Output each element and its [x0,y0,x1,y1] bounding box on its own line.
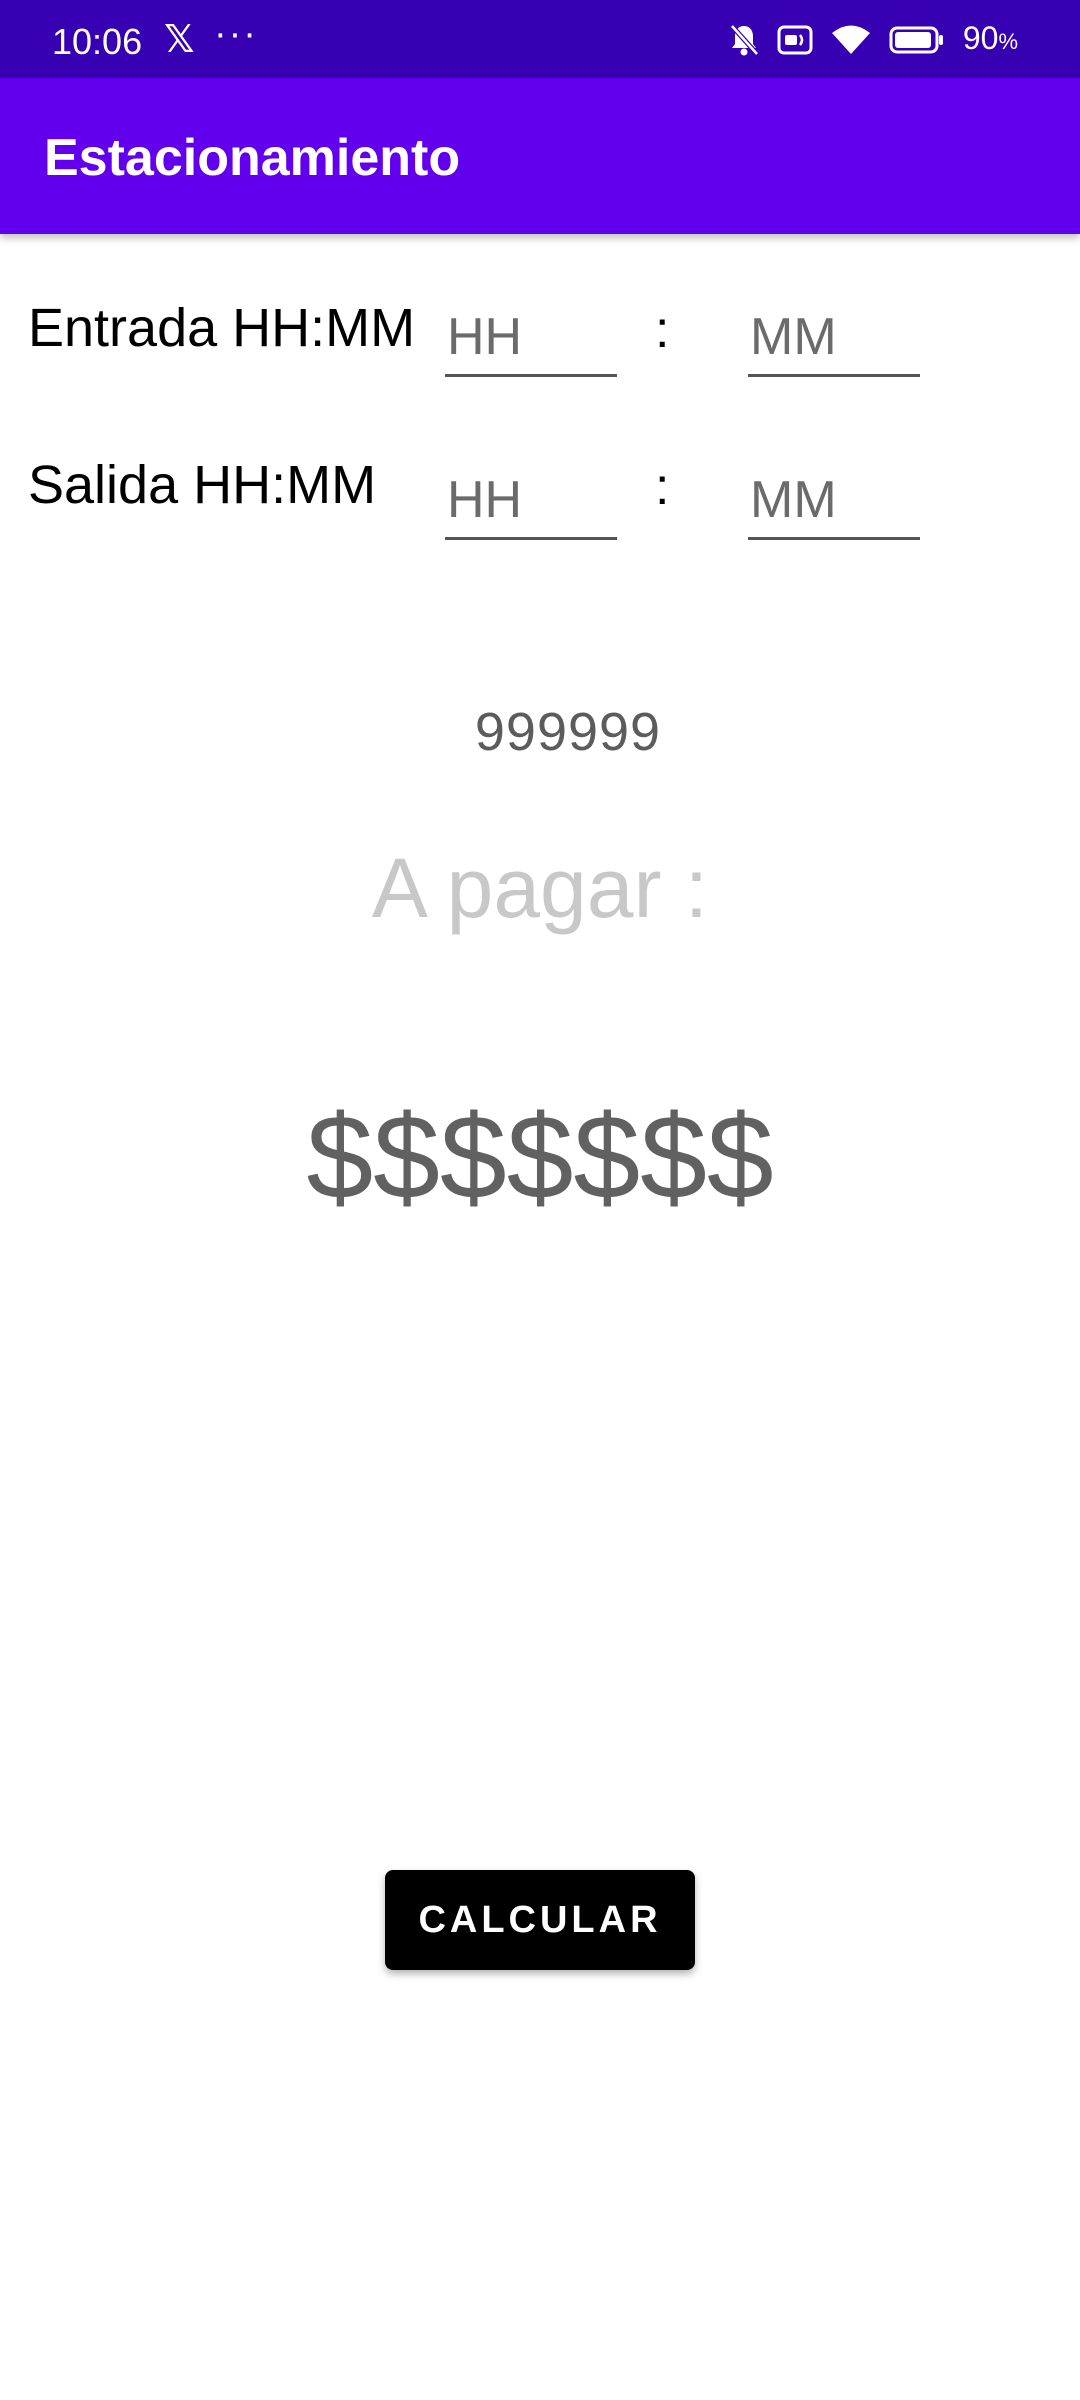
wifi-icon [831,24,871,56]
bell-off-icon [729,23,759,57]
battery-level: 90% [963,18,1018,62]
salida-minute-input[interactable] [748,463,920,540]
battery-unit: % [998,29,1018,54]
entrada-label: Entrada HH:MM [28,298,416,358]
entrada-separator: : [655,301,670,359]
more-icon: ··· [214,13,258,55]
entrada-hour-input[interactable] [445,300,617,377]
pay-label: A pagar : [371,841,709,935]
app-bar: Estacionamiento [0,78,1080,234]
status-time: 10:06 [52,21,143,62]
app-title: Estacionamiento [44,129,461,187]
status-icons: 90% [729,18,1018,62]
pay-amount: $$$$$$$ [306,1090,774,1224]
battery-icon [889,25,945,55]
salida-hour-input[interactable] [445,463,617,540]
status-bar: 10:06 𝕏 ··· 90% [0,0,1080,78]
battery-value: 90 [962,20,999,56]
salida-label: Salida HH:MM [28,455,377,515]
result-code: 999999 [474,702,662,762]
salida-separator: : [655,458,670,516]
calcular-button[interactable]: CALCULAR [385,1870,695,1970]
x-logo-icon: 𝕏 [164,19,195,61]
nfc-card-icon [777,25,813,55]
entrada-minute-input[interactable] [748,300,920,377]
